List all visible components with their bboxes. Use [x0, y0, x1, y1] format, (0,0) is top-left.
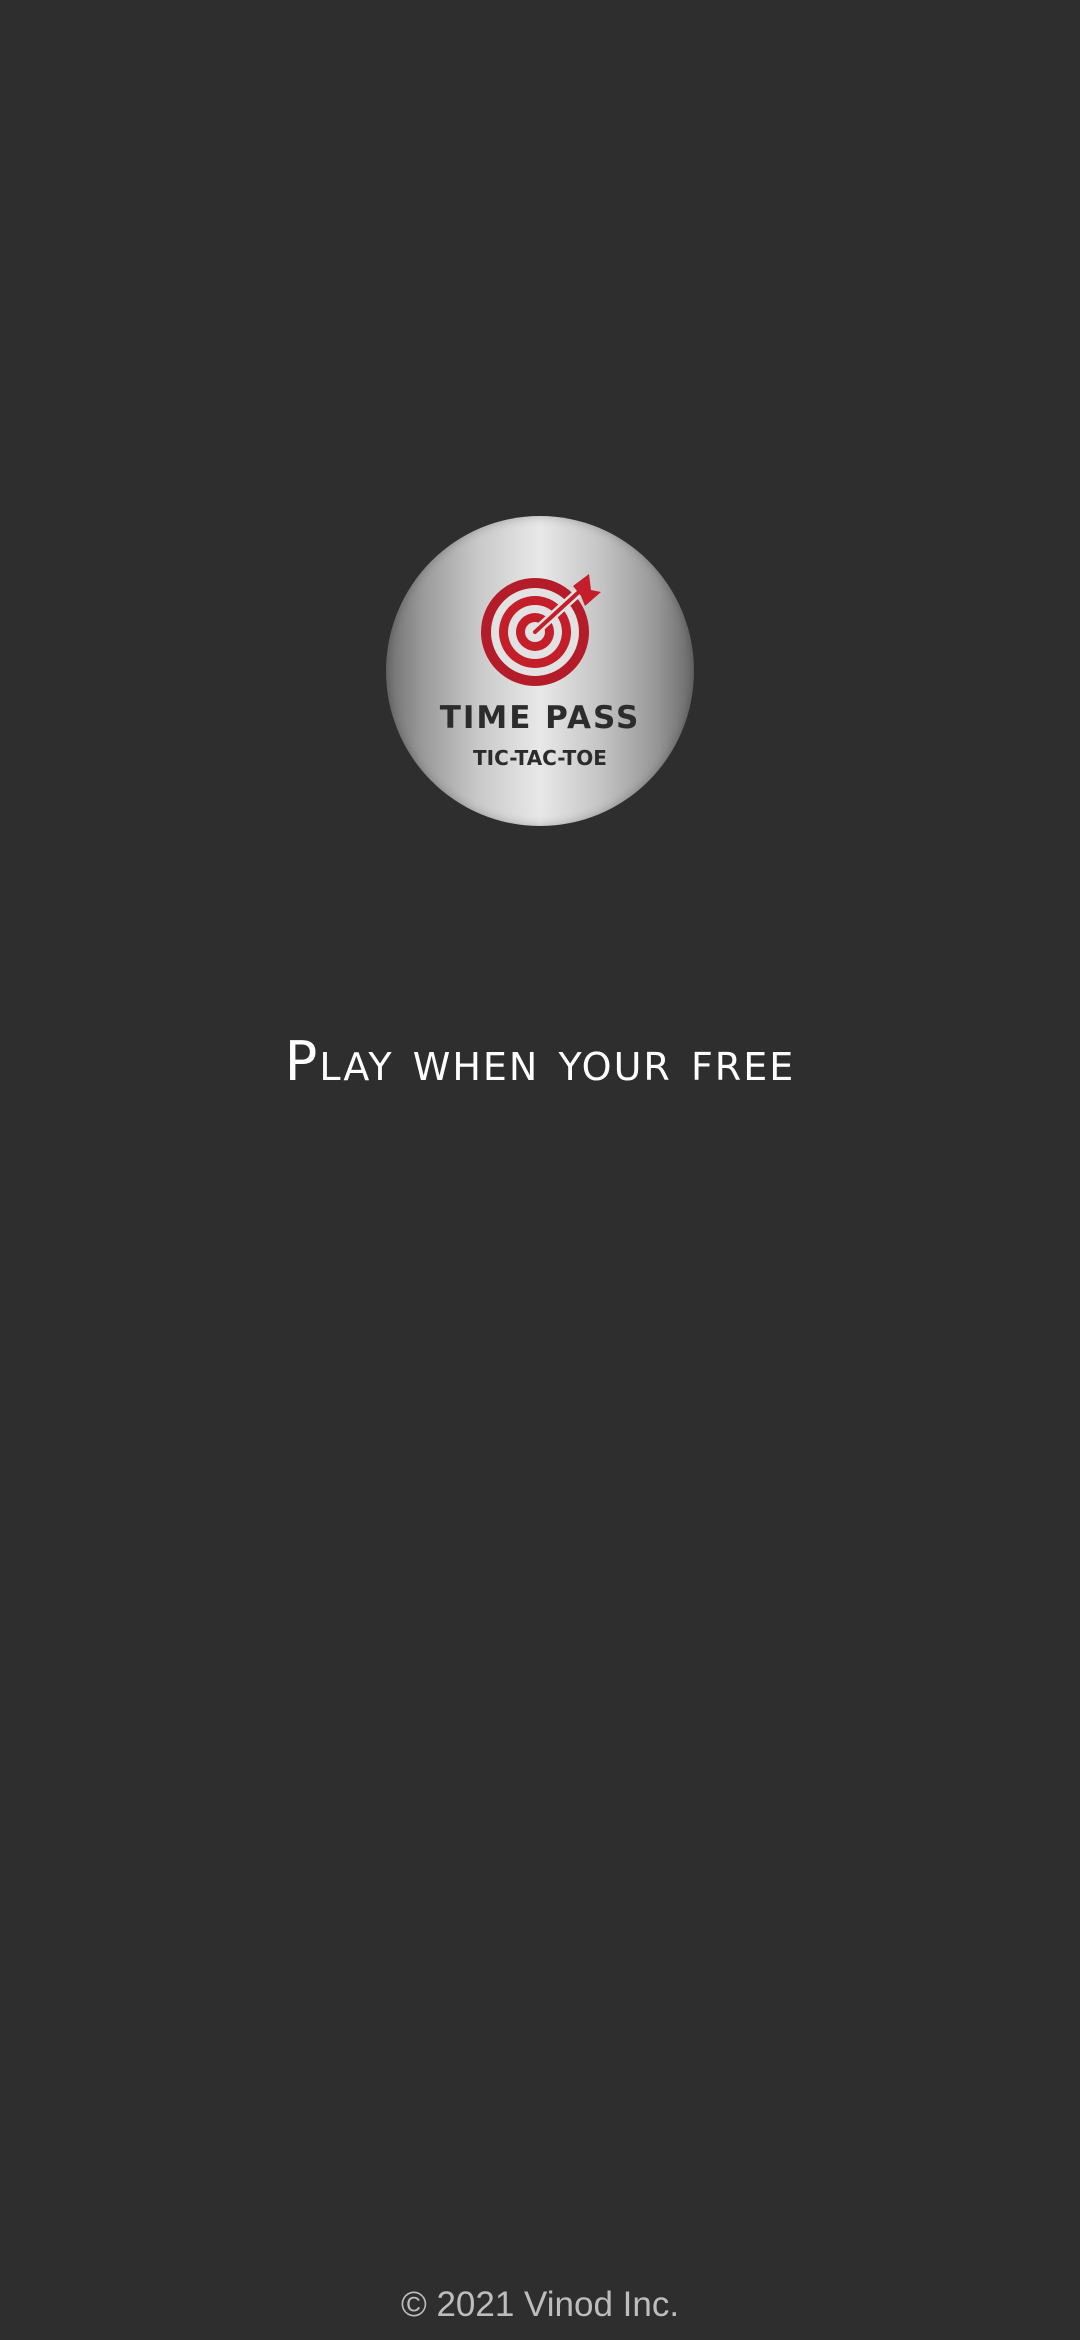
- logo-title: TIME PASS: [439, 700, 641, 736]
- logo-subtitle: TIC-TAC-TOE: [473, 746, 607, 770]
- tagline: Play when your free: [284, 1030, 796, 1093]
- copyright-footer: © 2021 Vinod Inc.: [400, 2285, 680, 2324]
- target-icon: [481, 574, 601, 686]
- app-logo: TIME PASS TIC-TAC-TOE: [386, 516, 694, 826]
